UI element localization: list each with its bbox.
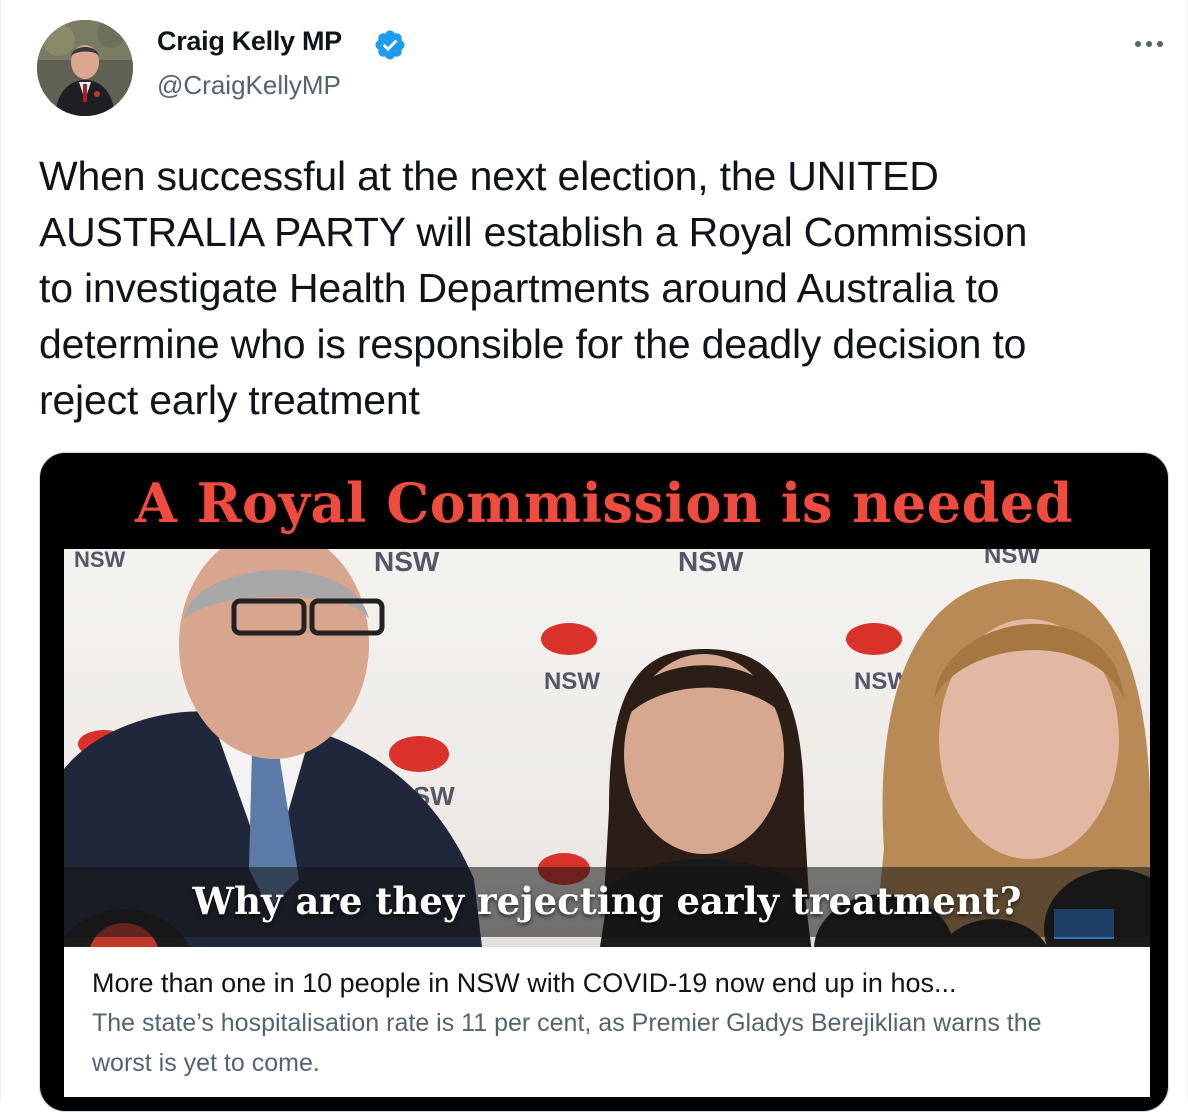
link-title: More than one in 10 people in NSW with C…: [92, 968, 957, 998]
author-avatar[interactable]: [37, 20, 133, 116]
link-card[interactable]: A Royal Commission is needed NSW NSW NSW…: [39, 452, 1169, 1112]
author-handle[interactable]: @CraigKellyMP: [157, 70, 341, 101]
card-headline: A Royal Commission is needed: [134, 471, 1073, 535]
link-preview[interactable]: More than one in 10 people in NSW with C…: [64, 947, 1150, 1097]
svg-text:NSW: NSW: [74, 549, 126, 572]
svg-text:NSW: NSW: [374, 549, 440, 577]
verified-badge-icon: [373, 28, 407, 62]
tweet-text: When successful at the next election, th…: [39, 153, 1028, 423]
author-display-name[interactable]: Craig Kelly MP: [157, 26, 342, 57]
tweet: Craig Kelly MP @CraigKellyMP When succes…: [0, 0, 1188, 1112]
more-options-icon[interactable]: [1129, 34, 1169, 54]
link-description: The state’s hospitalisation rate is 11 p…: [92, 1009, 1042, 1077]
svg-text:NSW: NSW: [678, 549, 744, 577]
card-image-caption: Why are they rejecting early treatment?: [192, 879, 1022, 923]
svg-text:NSW: NSW: [984, 549, 1040, 569]
svg-text:NSW: NSW: [544, 668, 600, 695]
